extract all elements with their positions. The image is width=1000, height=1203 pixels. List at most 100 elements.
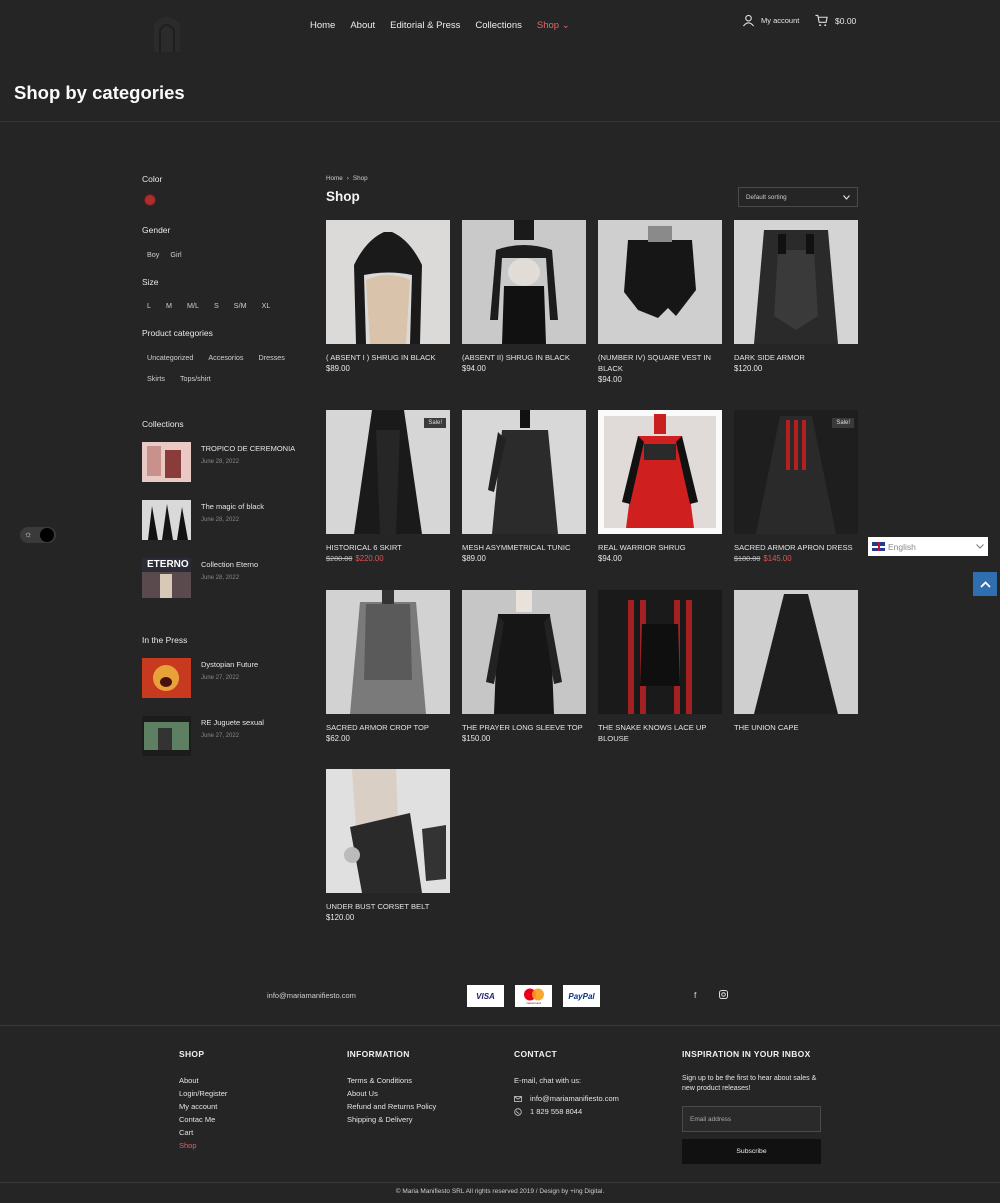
language-selector[interactable]: English	[868, 537, 988, 556]
product-price: $180.00 $145.00	[734, 554, 858, 563]
gender-filter-boy[interactable]: Boy	[142, 248, 164, 261]
nav-editorial-press[interactable]: Editorial & Press	[390, 20, 460, 31]
category-skirts[interactable]: Skirts	[142, 372, 170, 385]
collection-item[interactable]: ETERNO Collection Eterno June 28, 2022	[142, 558, 312, 598]
product-card[interactable]: THE UNION CAPE	[734, 590, 858, 734]
product-image[interactable]	[598, 410, 722, 534]
product-image[interactable]	[326, 769, 450, 893]
size-filter-m[interactable]: M	[161, 299, 177, 312]
footer-link-cart[interactable]: Cart	[179, 1128, 227, 1137]
category-tops-shirt[interactable]: Tops/shirt	[175, 372, 216, 385]
press-item[interactable]: Dystopian Future June 27, 2022	[142, 658, 312, 698]
footer-link-shipping[interactable]: Shipping & Delivery	[347, 1115, 436, 1124]
collection-thumbnail: ETERNO	[142, 558, 191, 598]
product-image[interactable]	[326, 220, 450, 344]
collection-item[interactable]: The magic of black June 28, 2022	[142, 500, 312, 540]
nav-about[interactable]: About	[350, 20, 375, 31]
product-name[interactable]: HISTORICAL 6 SKIRT	[326, 542, 450, 553]
product-card[interactable]: UNDER BUST CORSET BELT $120.00	[326, 769, 450, 922]
breadcrumb-home[interactable]: Home	[326, 175, 343, 182]
product-name[interactable]: THE SNAKE KNOWS LACE UP BLOUSE	[598, 722, 722, 744]
breadcrumb-current: Shop	[352, 175, 368, 182]
product-card[interactable]: THE PRAYER LONG SLEEVE TOP $150.00	[462, 590, 586, 743]
product-name[interactable]: UNDER BUST CORSET BELT	[326, 901, 450, 912]
product-image[interactable]	[462, 410, 586, 534]
product-card[interactable]: DARK SIDE ARMOR $120.00	[734, 220, 858, 373]
product-card[interactable]: Sale! SACRED ARMOR APRON DRESS $180.00 $1…	[734, 410, 858, 563]
size-filter-ml[interactable]: M/L	[182, 299, 204, 312]
size-filter-xl[interactable]: XL	[257, 299, 276, 312]
chevron-down-icon	[976, 544, 984, 549]
product-name[interactable]: ( ABSENT I ) SHRUG IN BLACK	[326, 352, 450, 363]
product-name[interactable]: SACRED ARMOR APRON DRESS	[734, 542, 858, 553]
product-name[interactable]: SACRED ARMOR CROP TOP	[326, 722, 450, 733]
scroll-to-top-button[interactable]	[973, 572, 997, 596]
sorting-select[interactable]: Default sorting	[738, 187, 858, 207]
size-filter-sm[interactable]: S/M	[229, 299, 252, 312]
cart-link[interactable]: $0.00	[815, 14, 856, 27]
size-filter-l[interactable]: L	[142, 299, 156, 312]
footer-link-about[interactable]: About	[179, 1076, 227, 1085]
product-price: $62.00	[326, 734, 350, 743]
paypal-icon: PayPal	[563, 985, 600, 1007]
collection-thumbnail	[142, 500, 191, 540]
footer-email[interactable]: info@mariamanifiesto.com	[267, 991, 356, 1000]
product-image[interactable]	[326, 590, 450, 714]
nav-home[interactable]: Home	[310, 20, 335, 31]
my-account-link[interactable]: My account	[742, 14, 799, 27]
product-image[interactable]	[598, 220, 722, 344]
product-image[interactable]	[462, 590, 586, 714]
product-card[interactable]: (ABSENT II) SHRUG IN BLACK $94.00	[462, 220, 586, 373]
press-item[interactable]: RE Juguete sexual June 27, 2022	[142, 716, 312, 756]
product-card[interactable]: THE SNAKE KNOWS LACE UP BLOUSE	[598, 590, 722, 745]
footer-link-contact[interactable]: Contac Me	[179, 1115, 227, 1124]
size-filter-s[interactable]: S	[209, 299, 224, 312]
instagram-icon[interactable]	[719, 990, 728, 999]
footer-link-shop[interactable]: Shop	[179, 1141, 227, 1150]
footer-link-login[interactable]: Login/Register	[179, 1089, 227, 1098]
footer-link-terms[interactable]: Terms & Conditions	[347, 1076, 436, 1085]
dark-mode-toggle[interactable]: ☼	[20, 527, 56, 543]
contact-email-row[interactable]: info@mariamanifiesto.com	[514, 1094, 619, 1103]
nav-shop[interactable]: Shop ⌄	[537, 20, 570, 31]
product-name[interactable]: (ABSENT II) SHRUG IN BLACK	[462, 352, 586, 363]
toggle-knob	[40, 528, 54, 542]
collection-item[interactable]: TROPICO DE CEREMONIA June 28, 2022	[142, 442, 312, 482]
product-name[interactable]: DARK SIDE ARMOR	[734, 352, 858, 363]
gender-filter-girl[interactable]: Girl	[165, 248, 186, 261]
product-image[interactable]: Sale!	[734, 410, 858, 534]
press-date: June 27, 2022	[201, 675, 240, 681]
product-name[interactable]: (NUMBER IV) SQUARE VEST IN BLACK	[598, 352, 722, 374]
product-card[interactable]: SACRED ARMOR CROP TOP $62.00	[326, 590, 450, 743]
product-image[interactable]	[462, 220, 586, 344]
nav-collections[interactable]: Collections	[475, 20, 521, 31]
product-card[interactable]: Sale! HISTORICAL 6 SKIRT $280.00 $220.00	[326, 410, 450, 563]
product-image[interactable]: Sale!	[326, 410, 450, 534]
brand-logo[interactable]	[148, 10, 186, 54]
product-name[interactable]: THE PRAYER LONG SLEEVE TOP	[462, 722, 586, 733]
product-name[interactable]: THE UNION CAPE	[734, 722, 858, 733]
facebook-icon[interactable]: f	[694, 990, 696, 1000]
breadcrumb: Home › Shop	[326, 175, 368, 182]
product-image[interactable]	[598, 590, 722, 714]
footer-link-my-account[interactable]: My account	[179, 1102, 227, 1111]
product-name[interactable]: MESH ASYMMETRICAL TUNIC	[462, 542, 586, 553]
category-uncategorized[interactable]: Uncategorized	[142, 351, 198, 364]
color-swatch-red[interactable]	[144, 194, 156, 206]
product-card[interactable]: MESH ASYMMETRICAL TUNIC $89.00	[462, 410, 586, 563]
footer-link-about-us[interactable]: About Us	[347, 1089, 436, 1098]
footer-info-heading: INFORMATION	[347, 1049, 410, 1059]
newsletter-email-input[interactable]: Email address	[682, 1106, 821, 1132]
product-image[interactable]	[734, 220, 858, 344]
product-image[interactable]	[734, 590, 858, 714]
product-name[interactable]: REAL WARRIOR SHRUG	[598, 542, 722, 553]
footer-link-refund[interactable]: Refund and Returns Policy	[347, 1102, 436, 1111]
subscribe-button[interactable]: Subscribe	[682, 1139, 821, 1164]
product-card[interactable]: REAL WARRIOR SHRUG $94.00	[598, 410, 722, 563]
contact-phone-row[interactable]: 1 829 558 8044	[514, 1107, 619, 1116]
category-dresses[interactable]: Dresses	[254, 351, 290, 364]
product-card[interactable]: (NUMBER IV) SQUARE VEST IN BLACK $94.00	[598, 220, 722, 384]
product-card[interactable]: ( ABSENT I ) SHRUG IN BLACK $89.00	[326, 220, 450, 373]
category-accesorios[interactable]: Accesorios	[203, 351, 248, 364]
collection-thumb-text: ETERNO	[147, 559, 189, 570]
